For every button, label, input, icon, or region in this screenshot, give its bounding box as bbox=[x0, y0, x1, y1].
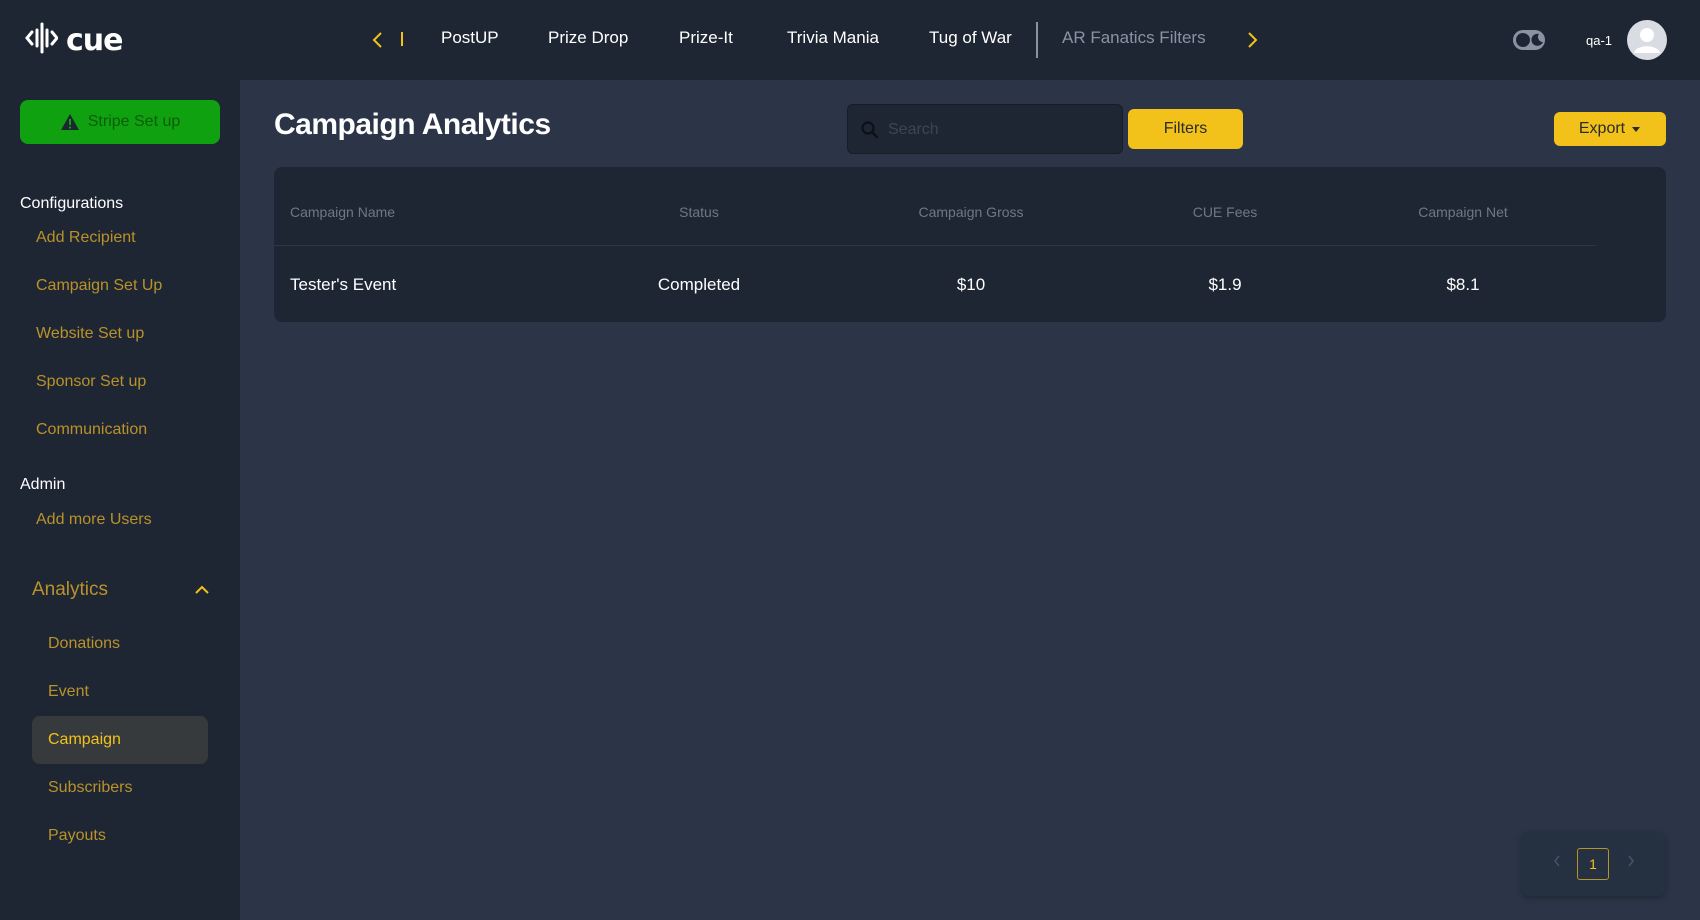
column-header-status[interactable]: Status bbox=[679, 204, 719, 220]
nav-next-button[interactable] bbox=[1241, 26, 1265, 54]
cell-status: Completed bbox=[657, 275, 741, 294]
chevron-right-icon bbox=[1628, 855, 1634, 867]
pagination: 1 bbox=[1521, 832, 1666, 896]
tab-prize-it[interactable]: Prize-It bbox=[679, 28, 733, 48]
cell-campaign-gross: $10 bbox=[956, 275, 986, 294]
column-header-campaign-name[interactable]: Campaign Name bbox=[290, 204, 395, 220]
admin-heading: Admin bbox=[20, 476, 66, 493]
export-button[interactable]: Export bbox=[1554, 112, 1666, 146]
stripe-setup-label: Stripe Set up bbox=[87, 113, 181, 130]
sidebar: Stripe Set up Configurations Add Recipie… bbox=[0, 80, 240, 920]
search-input[interactable] bbox=[888, 117, 1108, 143]
sidebar-item-label: Campaign bbox=[48, 731, 121, 748]
sidebar-item-communication[interactable]: Communication bbox=[36, 421, 147, 439]
analytics-label: Analytics bbox=[32, 579, 109, 600]
campaign-table: Campaign Name Status Campaign Gross CUE … bbox=[274, 167, 1666, 322]
export-label: Export bbox=[1578, 120, 1626, 137]
column-header-campaign-gross[interactable]: Campaign Gross bbox=[918, 204, 1023, 220]
theme-toggle[interactable] bbox=[1513, 30, 1545, 50]
username: qa-1 bbox=[1586, 33, 1613, 48]
sidebar-item-event[interactable]: Event bbox=[48, 683, 89, 701]
page-title: Campaign Analytics bbox=[274, 108, 551, 141]
column-header-cue-fees[interactable]: CUE Fees bbox=[1193, 204, 1258, 220]
tab-ar-fanatics-filters[interactable]: AR Fanatics Filters bbox=[1062, 28, 1206, 48]
cell-cue-fees: $1.9 bbox=[1208, 275, 1242, 294]
chevron-up-icon bbox=[195, 585, 209, 594]
pagination-next-button[interactable] bbox=[1627, 854, 1635, 870]
tab-tug-of-war[interactable]: Tug of War bbox=[929, 28, 1012, 48]
nav-divider bbox=[1036, 22, 1038, 58]
sidebar-item-campaign-set-up[interactable]: Campaign Set Up bbox=[36, 277, 162, 295]
logo-waveform-icon bbox=[24, 21, 59, 60]
column-header-campaign-net[interactable]: Campaign Net bbox=[1418, 204, 1508, 220]
main-content: Campaign Analytics Filters Export Campai… bbox=[240, 80, 1700, 920]
pagination-prev-button[interactable] bbox=[1553, 854, 1561, 870]
sidebar-item-subscribers[interactable]: Subscribers bbox=[48, 779, 132, 797]
chevron-left-icon bbox=[1554, 855, 1560, 867]
configurations-heading: Configurations bbox=[20, 195, 124, 212]
sidebar-item-payouts[interactable]: Payouts bbox=[48, 827, 106, 845]
sidebar-item-donations[interactable]: Donations bbox=[48, 635, 120, 653]
nav-divider bbox=[401, 32, 403, 46]
sidebar-item-add-recipient[interactable]: Add Recipient bbox=[36, 229, 136, 247]
tab-trivia-mania[interactable]: Trivia Mania bbox=[787, 28, 879, 48]
analytics-section-toggle[interactable]: Analytics bbox=[32, 578, 210, 602]
search-box[interactable] bbox=[847, 104, 1123, 154]
cell-campaign-name: Tester's Event bbox=[290, 275, 397, 294]
stripe-setup-button[interactable]: Stripe Set up bbox=[20, 100, 220, 144]
tab-postup[interactable]: PostUP bbox=[441, 28, 499, 48]
chevron-right-icon bbox=[1248, 32, 1258, 48]
nav-prev-button[interactable] bbox=[365, 26, 389, 54]
header-divider bbox=[274, 245, 1596, 246]
filters-button[interactable]: Filters bbox=[1128, 109, 1243, 149]
sidebar-item-add-more-users[interactable]: Add more Users bbox=[36, 511, 152, 529]
caret-down-icon bbox=[1632, 126, 1641, 132]
sidebar-item-website-set-up[interactable]: Website Set up bbox=[36, 325, 144, 343]
user-icon bbox=[1634, 28, 1660, 53]
avatar[interactable] bbox=[1627, 20, 1667, 60]
top-bar: cue PostUP Prize Drop Prize-It Trivia Ma… bbox=[0, 0, 1700, 80]
tab-prize-drop[interactable]: Prize Drop bbox=[548, 28, 628, 48]
chevron-left-icon bbox=[372, 32, 382, 48]
sidebar-item-sponsor-set-up[interactable]: Sponsor Set up bbox=[36, 373, 146, 391]
search-icon bbox=[861, 121, 879, 139]
logo[interactable]: cue bbox=[24, 20, 123, 60]
logo-text: cue bbox=[66, 22, 123, 58]
warning-icon bbox=[60, 114, 79, 130]
cell-campaign-net: $8.1 bbox=[1446, 275, 1480, 294]
sidebar-item-campaign[interactable]: Campaign bbox=[32, 716, 208, 764]
moon-icon bbox=[1531, 33, 1543, 46]
toggle-knob bbox=[1516, 33, 1530, 47]
page-1-button[interactable]: 1 bbox=[1577, 848, 1609, 880]
